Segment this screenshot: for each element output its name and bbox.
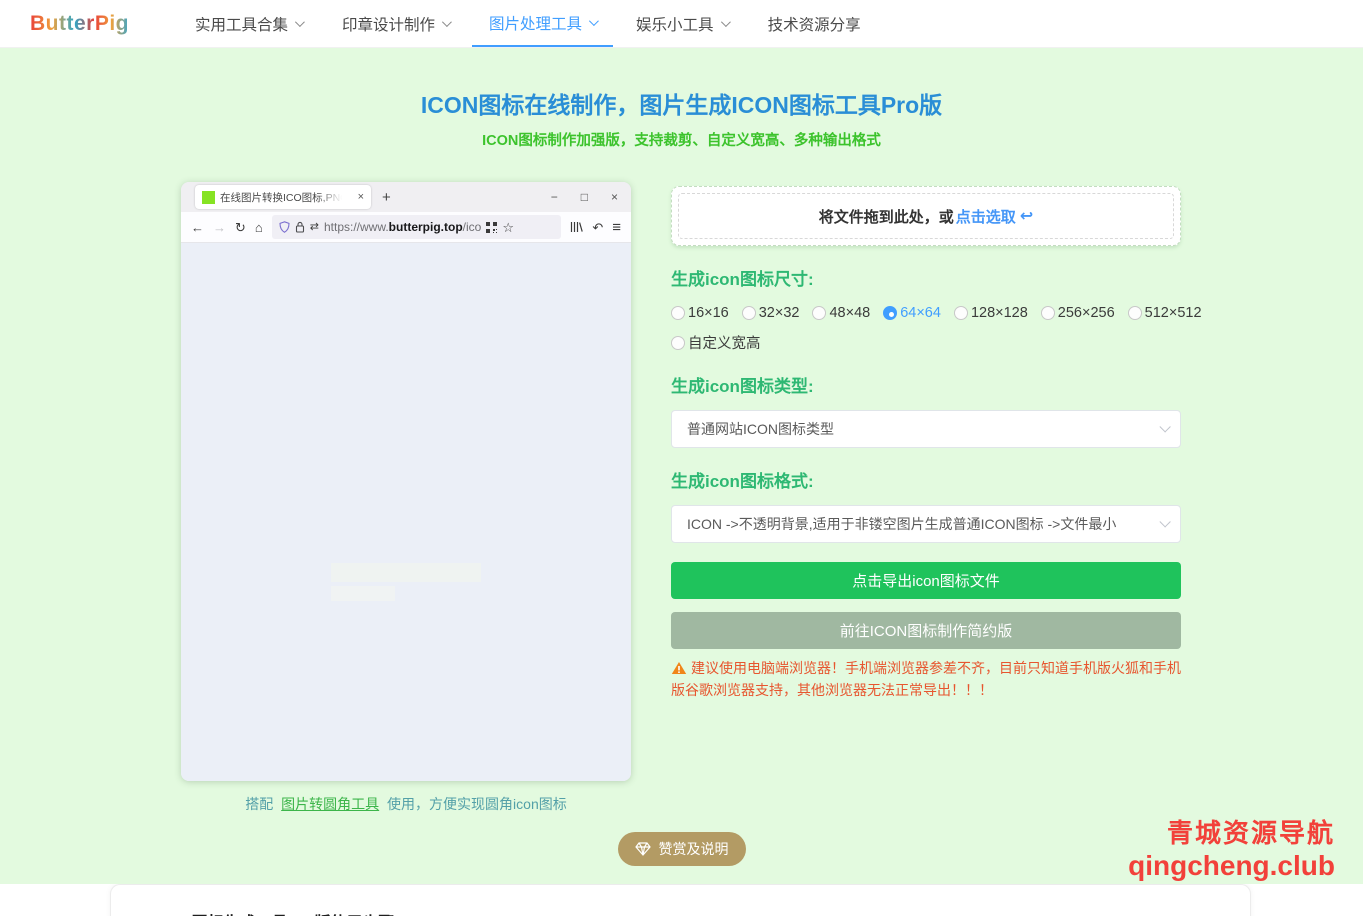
- faint-placeholder: [331, 563, 481, 582]
- icon-type-select[interactable]: 普通网站ICON图标类型: [671, 410, 1181, 448]
- forward-icon: →: [213, 221, 226, 234]
- dropzone-text: 将文件拖到此处，或: [819, 206, 954, 227]
- reload-icon: ↻: [235, 221, 246, 234]
- donate-button[interactable]: 赞赏及说明: [618, 832, 746, 866]
- browser-screenshot: 在线图片转换ICO图标,PNG|JP × + − □ × ← → ↻ ⌂: [181, 182, 631, 781]
- page-title: ICON图标在线制作，图片生成ICON图标工具Pro版: [0, 48, 1363, 120]
- tab-favicon: [202, 191, 215, 204]
- nav-label: 娱乐小工具: [636, 13, 714, 35]
- bookmark-star-icon: ☆: [502, 221, 514, 234]
- radio-128x128[interactable]: 128×128: [954, 305, 1028, 321]
- nav-label: 印章设计制作: [342, 13, 435, 35]
- radio-64x64[interactable]: 64×64: [883, 305, 941, 321]
- library-icon: [570, 221, 583, 233]
- rounded-corner-tip: 搭配 图片转圆角工具 使用，方便实现圆角icon图标: [181, 794, 631, 814]
- nav-label: 技术资源分享: [768, 13, 861, 35]
- icon-format-select[interactable]: ICON ->不透明背景,适用于非镂空图片生成普通ICON图标 ->文件最小: [671, 505, 1181, 543]
- chevron-down-icon: [1159, 421, 1170, 432]
- top-navbar: ButterPig 实用工具合集 印章设计制作 图片处理工具 娱乐小工具 技术资…: [0, 0, 1363, 48]
- site-watermark: 青城资源导航 qingcheng.club: [1128, 818, 1335, 882]
- new-tab-icon: +: [382, 189, 391, 206]
- permissions-icon: ⇄: [310, 222, 319, 233]
- site-logo[interactable]: ButterPig: [30, 12, 129, 36]
- home-icon: ⌂: [255, 221, 263, 234]
- format-section-label: 生成icon图标格式:: [671, 467, 1181, 492]
- icon-type-value: 普通网站ICON图标类型: [687, 419, 834, 439]
- nav-label: 实用工具合集: [195, 13, 288, 35]
- steps-title: ICON图标生成工具Pro版使用步骤: [152, 909, 395, 916]
- simple-version-button[interactable]: 前往ICON图标制作简约版: [671, 612, 1181, 649]
- export-icon-button[interactable]: 点击导出icon图标文件: [671, 562, 1181, 599]
- chevron-down-icon: [442, 17, 452, 27]
- page-subtitle: ICON图标制作加强版，支持裁剪、自定义宽高、多种输出格式: [0, 129, 1363, 150]
- steps-section: » ICON图标生成工具Pro版使用步骤: [0, 884, 1363, 916]
- window-controls: − □ ×: [551, 190, 618, 204]
- file-dropzone[interactable]: 将文件拖到此处，或 点击选取 ↩: [671, 186, 1181, 246]
- return-arrow-icon: ↩: [1020, 206, 1033, 226]
- nav-label: 图片处理工具: [489, 12, 582, 34]
- radio-icon: [671, 336, 685, 350]
- nav-item-fun-tools[interactable]: 娱乐小工具: [619, 0, 745, 47]
- chevron-down-icon: [295, 17, 305, 27]
- hamburger-menu-icon: ≡: [612, 220, 621, 235]
- browser-warning: 建议使用电脑端浏览器！手机端浏览器参差不齐，目前只知道手机版火狐和手机版谷歌浏览…: [671, 658, 1181, 701]
- warning-triangle-icon: [671, 661, 687, 675]
- undo-icon: ↶: [592, 221, 603, 234]
- radio-icon: [812, 306, 826, 320]
- radio-32x32[interactable]: 32×32: [742, 305, 800, 321]
- radio-icon-selected: [883, 306, 897, 320]
- browser-tab: 在线图片转换ICO图标,PNG|JP ×: [195, 185, 371, 209]
- nav-item-tools-collection[interactable]: 实用工具合集: [178, 0, 319, 47]
- minimize-icon: −: [551, 190, 558, 204]
- nav-item-seal-design[interactable]: 印章设计制作: [325, 0, 466, 47]
- size-section-label: 生成icon图标尺寸:: [671, 265, 1181, 290]
- close-icon: ×: [611, 190, 618, 204]
- watermark-domain: qingcheng.club: [1128, 849, 1335, 882]
- radio-icon: [742, 306, 756, 320]
- faint-placeholder: [331, 586, 395, 601]
- radio-16x16[interactable]: 16×16: [671, 305, 729, 321]
- radio-icon: [1041, 306, 1055, 320]
- radio-256x256[interactable]: 256×256: [1041, 305, 1115, 321]
- url-text: https://www.butterpig.top/ico: [324, 220, 481, 234]
- chevron-down-icon: [1159, 516, 1170, 527]
- icon-format-value: ICON ->不透明背景,适用于非镂空图片生成普通ICON图标 ->文件最小: [687, 514, 1116, 534]
- radio-icon: [954, 306, 968, 320]
- gem-icon: [635, 842, 651, 856]
- lock-icon: [295, 221, 305, 233]
- tab-title: 在线图片转换ICO图标,PNG|JP: [220, 190, 342, 205]
- back-icon: ←: [191, 221, 204, 234]
- main-nav: 实用工具合集 印章设计制作 图片处理工具 娱乐小工具 技术资源分享: [175, 0, 881, 47]
- watermark-text: 青城资源导航: [1128, 818, 1335, 849]
- radio-icon: [1128, 306, 1142, 320]
- file-select-link[interactable]: 点击选取: [956, 206, 1016, 227]
- nav-item-image-tools[interactable]: 图片处理工具: [472, 0, 613, 47]
- maximize-icon: □: [581, 190, 588, 204]
- size-radio-group: 16×16 32×32 48×48 64×64 128×128 256×256 …: [671, 305, 1181, 321]
- steps-card: » ICON图标生成工具Pro版使用步骤: [110, 884, 1251, 916]
- qr-code-icon: [486, 222, 497, 233]
- radio-512x512[interactable]: 512×512: [1128, 305, 1202, 321]
- main-section: ICON图标在线制作，图片生成ICON图标工具Pro版 ICON图标制作加强版，…: [0, 48, 1363, 884]
- browser-toolbar: ← → ↻ ⌂ ⇄ https://www.butterpig.top/ico …: [181, 212, 631, 243]
- browser-titlebar: 在线图片转换ICO图标,PNG|JP × + − □ ×: [181, 182, 631, 212]
- radio-48x48[interactable]: 48×48: [812, 305, 870, 321]
- radio-custom-size[interactable]: 自定义宽高: [671, 332, 761, 353]
- double-chevron-icon: »: [132, 912, 143, 916]
- browser-viewport: [181, 243, 631, 781]
- type-section-label: 生成icon图标类型:: [671, 372, 1181, 397]
- address-bar: ⇄ https://www.butterpig.top/ico ☆: [272, 215, 562, 239]
- nav-item-tech-resources[interactable]: 技术资源分享: [751, 0, 878, 47]
- rounded-corner-tool-link[interactable]: 图片转圆角工具: [281, 796, 379, 812]
- shield-icon: [279, 221, 290, 233]
- chevron-down-icon: [589, 16, 599, 26]
- tab-close-icon: ×: [358, 191, 364, 203]
- donate-label: 赞赏及说明: [659, 839, 729, 859]
- chevron-down-icon: [721, 17, 731, 27]
- radio-icon: [671, 306, 685, 320]
